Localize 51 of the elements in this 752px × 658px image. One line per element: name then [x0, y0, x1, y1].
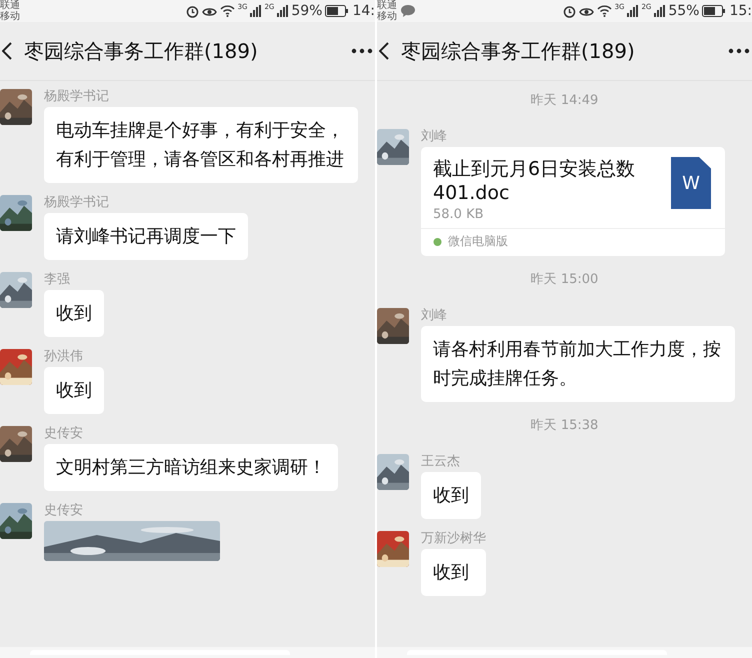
signal-icon	[277, 5, 288, 17]
message-bubble[interactable]: 请各村利用春节前加大工作力度，按时完成挂牌任务。	[421, 326, 735, 402]
timestamp: 昨天 14:49	[530, 92, 598, 109]
sender-name: 万新沙树华	[421, 531, 486, 546]
sender-name: 刘峰	[421, 308, 448, 323]
timestamp: 昨天 15:38	[530, 417, 598, 434]
alarm-icon	[186, 4, 199, 18]
file-name: 截止到元月6日安装总数401.doc	[433, 157, 636, 205]
more-icon[interactable]	[728, 48, 750, 54]
file-card[interactable]: 截止到元月6日安装总数401.doc 58.0 KB W 微信电脑版	[421, 147, 725, 256]
chat-title: 枣园综合事务工作群(189)	[401, 38, 635, 64]
wifi-icon	[596, 5, 612, 17]
sender-name: 杨殿学书记	[44, 195, 110, 210]
message-bubble[interactable]: 收到	[421, 472, 481, 519]
battery-percentage: 59%	[291, 3, 322, 19]
message-bubble[interactable]: 文明村第三方暗访组来史家调研！	[44, 444, 338, 491]
carrier-name: 联通	[377, 0, 397, 11]
sender-name: 李强	[44, 272, 71, 287]
file-source: 微信电脑版	[448, 233, 508, 250]
signal-icon	[654, 5, 666, 17]
document-icon: W	[671, 157, 711, 209]
back-icon[interactable]	[379, 42, 389, 60]
message-bubble[interactable]: 收到	[421, 549, 486, 596]
chat-icon	[401, 5, 415, 17]
signal-icon	[627, 5, 638, 17]
sender-name: 刘峰	[421, 129, 448, 144]
message-bubble[interactable]: 请刘峰书记再调度一下	[44, 213, 248, 260]
back-icon[interactable]	[2, 42, 12, 60]
carrier-name: 移动	[377, 11, 397, 22]
alarm-icon	[562, 4, 576, 18]
message-bubble[interactable]: 电动车挂牌是个好事，有利于安全，有利于管理，请各管区和各村再推进	[44, 107, 358, 183]
battery-percentage: 55%	[668, 3, 700, 19]
wifi-icon	[220, 5, 235, 17]
signal-icon	[250, 5, 262, 17]
clock: 14:	[352, 3, 375, 19]
sender-name: 史传安	[44, 503, 84, 518]
sender-name: 杨殿学书记	[44, 89, 110, 104]
message-bubble[interactable]: 收到	[44, 367, 104, 414]
carrier-name: 联通	[0, 0, 20, 11]
clock: 15:	[729, 3, 752, 19]
sender-name: 史传安	[44, 426, 84, 441]
sender-name: 孙洪伟	[44, 349, 84, 364]
sender-name: 王云杰	[421, 454, 461, 469]
carrier-name: 移动	[0, 11, 20, 22]
chat-title: 枣园综合事务工作群(189)	[24, 38, 258, 64]
timestamp: 昨天 15:00	[530, 271, 598, 288]
message-bubble[interactable]: 收到	[44, 290, 104, 337]
more-icon[interactable]	[351, 48, 373, 54]
file-size: 58.0 KB	[433, 207, 485, 222]
battery-icon	[325, 5, 350, 17]
battery-icon	[702, 5, 726, 17]
